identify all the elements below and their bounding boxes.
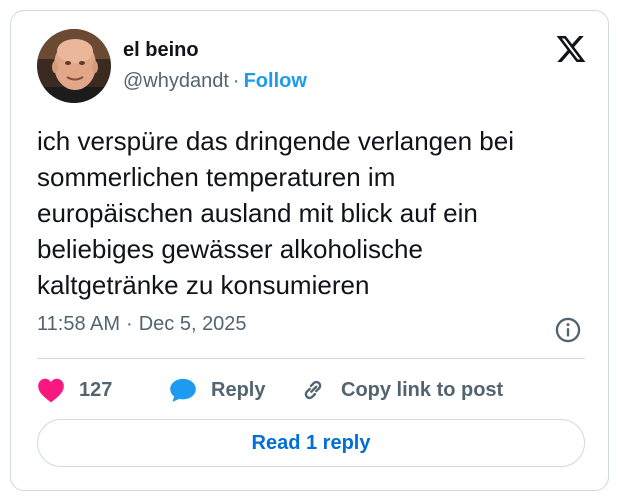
avatar[interactable] bbox=[37, 29, 111, 103]
speech-bubble-icon bbox=[170, 378, 196, 402]
tweet-date[interactable]: Dec 5, 2025 bbox=[139, 313, 247, 335]
action-bar: 127 Reply Copy link to post bbox=[37, 373, 585, 407]
divider bbox=[37, 358, 585, 359]
heart-icon bbox=[38, 378, 64, 403]
tweet-card: el beino @whydandt · Follow ich verspüre d… bbox=[10, 10, 609, 491]
display-name[interactable]: el beino bbox=[123, 39, 199, 62]
tweet-time[interactable]: 11:58 AM bbox=[37, 313, 120, 335]
tweet-text: ich verspüre das dringende verlangen bei… bbox=[37, 126, 514, 300]
handle[interactable]: @whydandt bbox=[123, 70, 229, 92]
link-icon bbox=[304, 380, 322, 400]
copy-link-label: Copy link to post bbox=[341, 378, 504, 401]
read-replies-label: Read 1 reply bbox=[251, 431, 371, 454]
like-button[interactable]: 127 bbox=[37, 373, 112, 407]
like-count: 127 bbox=[79, 378, 113, 401]
copy-link-button[interactable]: Copy link to post bbox=[299, 373, 503, 407]
reply-button[interactable]: Reply bbox=[169, 373, 265, 407]
follow-link[interactable]: Follow bbox=[244, 70, 307, 92]
reply-label: Reply bbox=[211, 378, 266, 401]
x-logo-icon[interactable] bbox=[554, 33, 588, 65]
read-replies-button[interactable]: Read 1 reply bbox=[37, 419, 585, 467]
avatar-image bbox=[37, 29, 111, 103]
info-icon[interactable] bbox=[554, 316, 582, 344]
meta-separator: · bbox=[126, 313, 133, 335]
handle-row: @whydandt · Follow bbox=[123, 70, 307, 93]
handle-separator: · bbox=[232, 70, 240, 92]
tweet-meta: 11:58 AM · Dec 5, 2025 bbox=[37, 313, 247, 336]
